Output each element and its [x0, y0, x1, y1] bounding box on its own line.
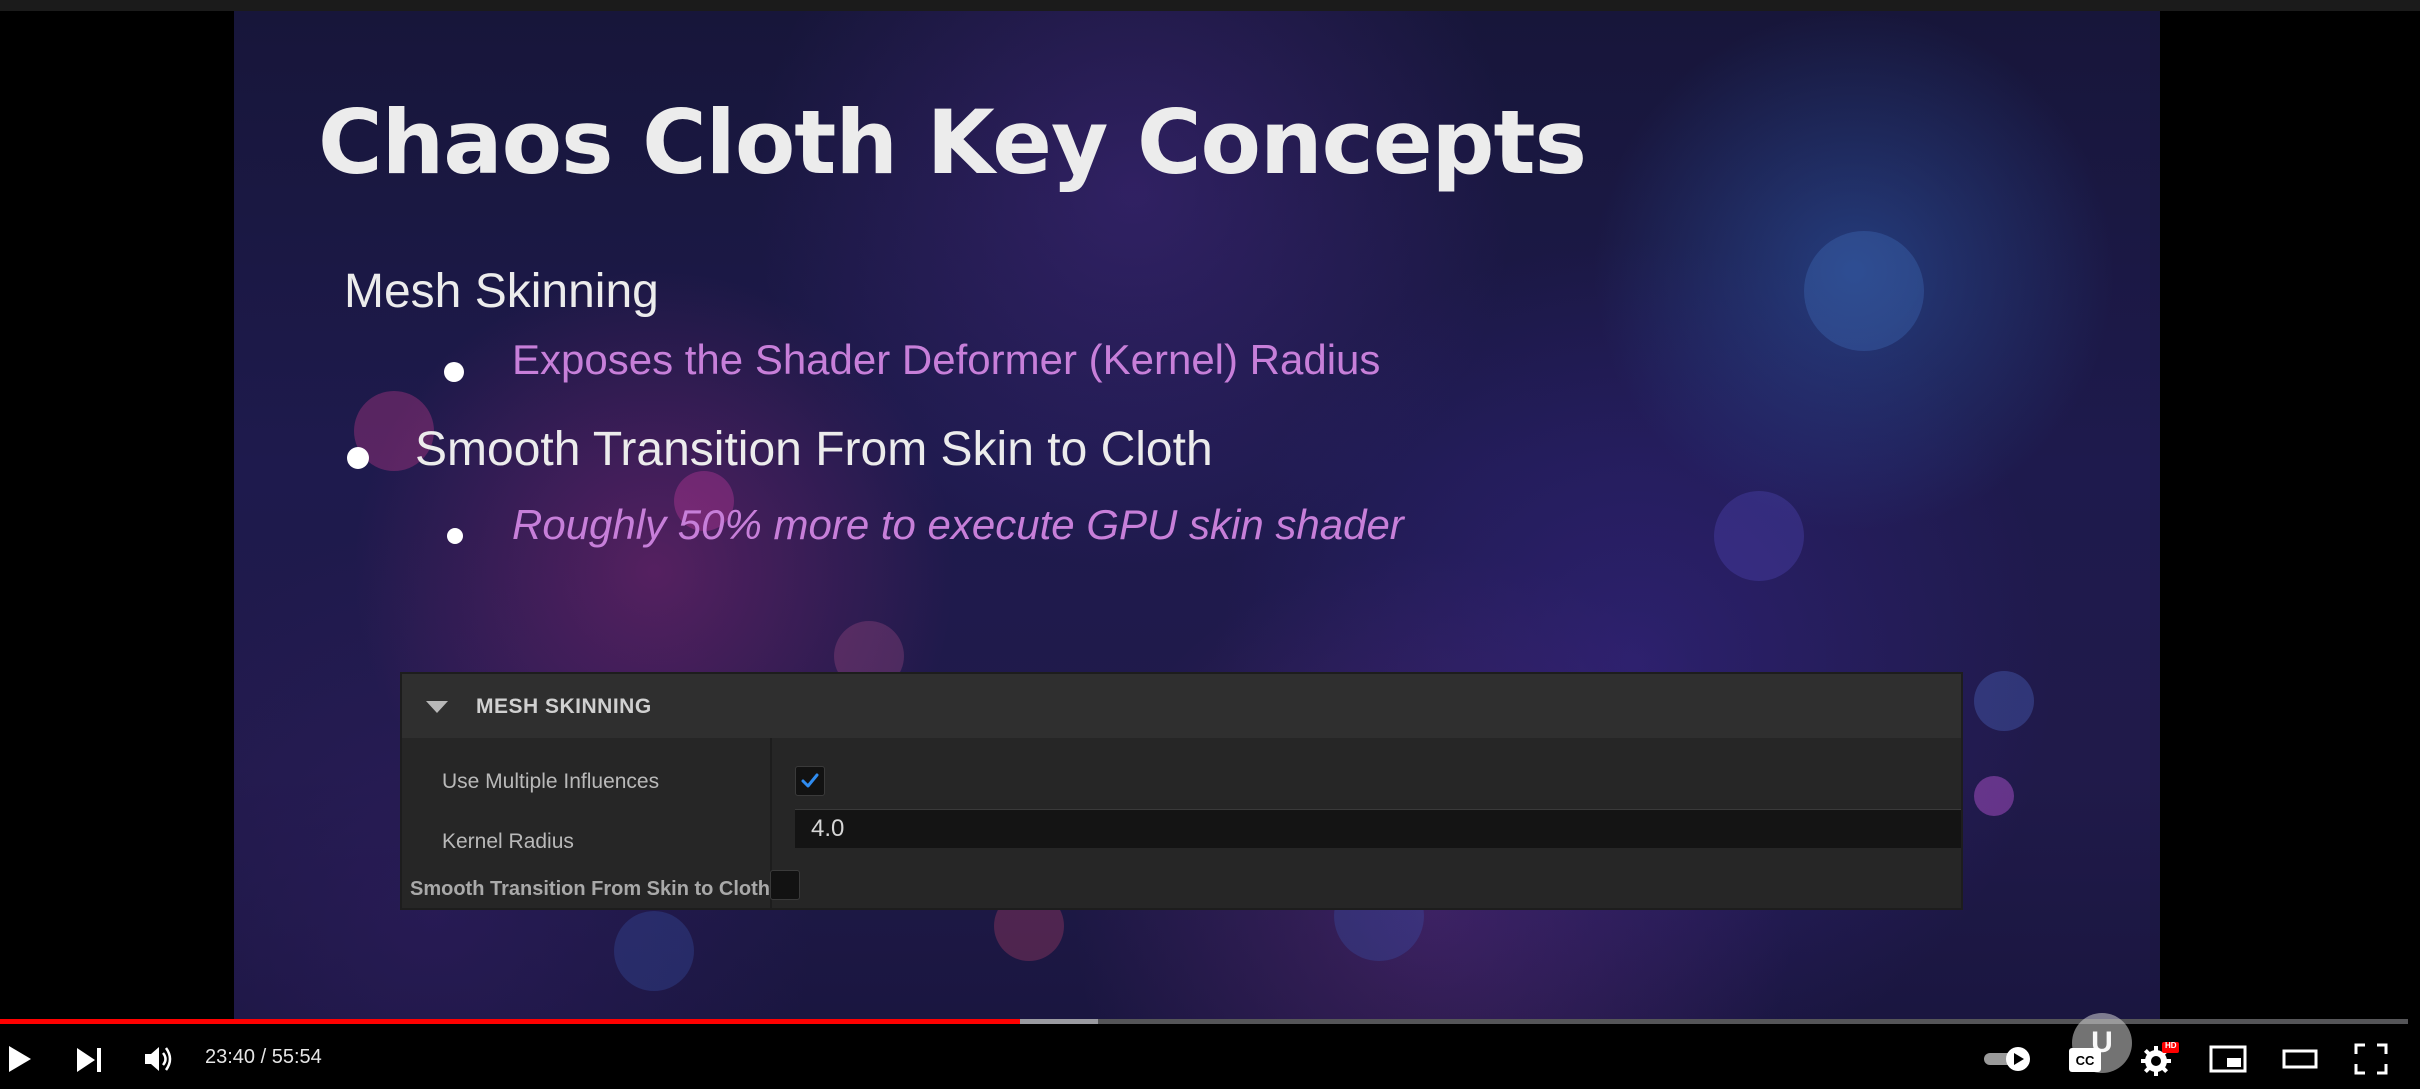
- fullscreen-icon: [2354, 1043, 2388, 1075]
- kernel-radius-value: 4.0: [811, 815, 845, 842]
- hd-badge: HD: [2165, 1041, 2177, 1050]
- bokeh-dot: [1714, 491, 1804, 581]
- theater-mode-icon: [2282, 1049, 2318, 1069]
- sub-point-kernel-radius: Exposes the Shader Deformer (Kernel) Rad…: [512, 336, 1381, 383]
- captions-icon: CC: [2069, 1048, 2101, 1072]
- details-panel: MESH SKINNING Use Multiple Influences Ke…: [400, 672, 1963, 910]
- progress-played: [0, 1019, 1020, 1024]
- bullet-dot: [447, 528, 463, 544]
- bokeh-dot: [1974, 671, 2034, 731]
- volume-button[interactable]: [143, 1044, 177, 1079]
- autoplay-toggle[interactable]: [1982, 1045, 2036, 1078]
- sub-point-gpu-cost: Roughly 50% more to execute GPU skin sha…: [512, 501, 1404, 548]
- checkmark-icon: [801, 773, 819, 788]
- bullet-dot: [444, 362, 464, 382]
- captions-button[interactable]: CC: [2067, 1046, 2103, 1079]
- property-label: Use Multiple Influences: [442, 770, 660, 793]
- bokeh-dot: [1974, 776, 2014, 816]
- svg-text:CC: CC: [2076, 1053, 2095, 1068]
- next-icon: [77, 1048, 101, 1072]
- play-button[interactable]: [6, 1044, 34, 1079]
- time-display: 23:40 / 55:54: [205, 1046, 322, 1068]
- bullet-dot: [347, 447, 369, 469]
- video-frame[interactable]: Chaos Cloth Key Concepts Mesh Skinning E…: [234, 11, 2160, 1019]
- volume-icon: [145, 1047, 172, 1071]
- progress-buffered: [1020, 1019, 1098, 1024]
- bokeh-dot: [1804, 231, 1924, 351]
- play-icon: [9, 1046, 31, 1072]
- miniplayer-button[interactable]: [2209, 1044, 2247, 1079]
- use-multiple-influences-checkbox[interactable]: [795, 766, 825, 796]
- progress-bar[interactable]: [0, 1019, 2408, 1024]
- settings-button[interactable]: HD: [2138, 1041, 2180, 1084]
- section-header[interactable]: MESH SKINNING: [402, 674, 1961, 738]
- theater-mode-button[interactable]: [2282, 1046, 2318, 1077]
- property-label: Smooth Transition From Skin to Cloth: [410, 878, 770, 900]
- bokeh-dot: [614, 911, 694, 991]
- autoplay-toggle-icon: [1984, 1047, 2030, 1071]
- slide-heading: Mesh Skinning: [344, 265, 659, 318]
- slide-title: Chaos Cloth Key Concepts: [318, 91, 1587, 194]
- smooth-transition-checkbox[interactable]: [770, 870, 800, 900]
- caret-down-icon[interactable]: [426, 701, 448, 713]
- section-title: MESH SKINNING: [476, 695, 652, 718]
- next-button[interactable]: [75, 1046, 105, 1079]
- fullscreen-button[interactable]: [2354, 1043, 2388, 1080]
- kernel-radius-input[interactable]: 4.0: [795, 809, 1961, 848]
- property-label: Kernel Radius: [442, 830, 574, 853]
- miniplayer-icon: [2209, 1045, 2247, 1073]
- top-bar: [0, 0, 2420, 11]
- main-point-smooth-transition: Smooth Transition From Skin to Cloth: [415, 423, 1213, 476]
